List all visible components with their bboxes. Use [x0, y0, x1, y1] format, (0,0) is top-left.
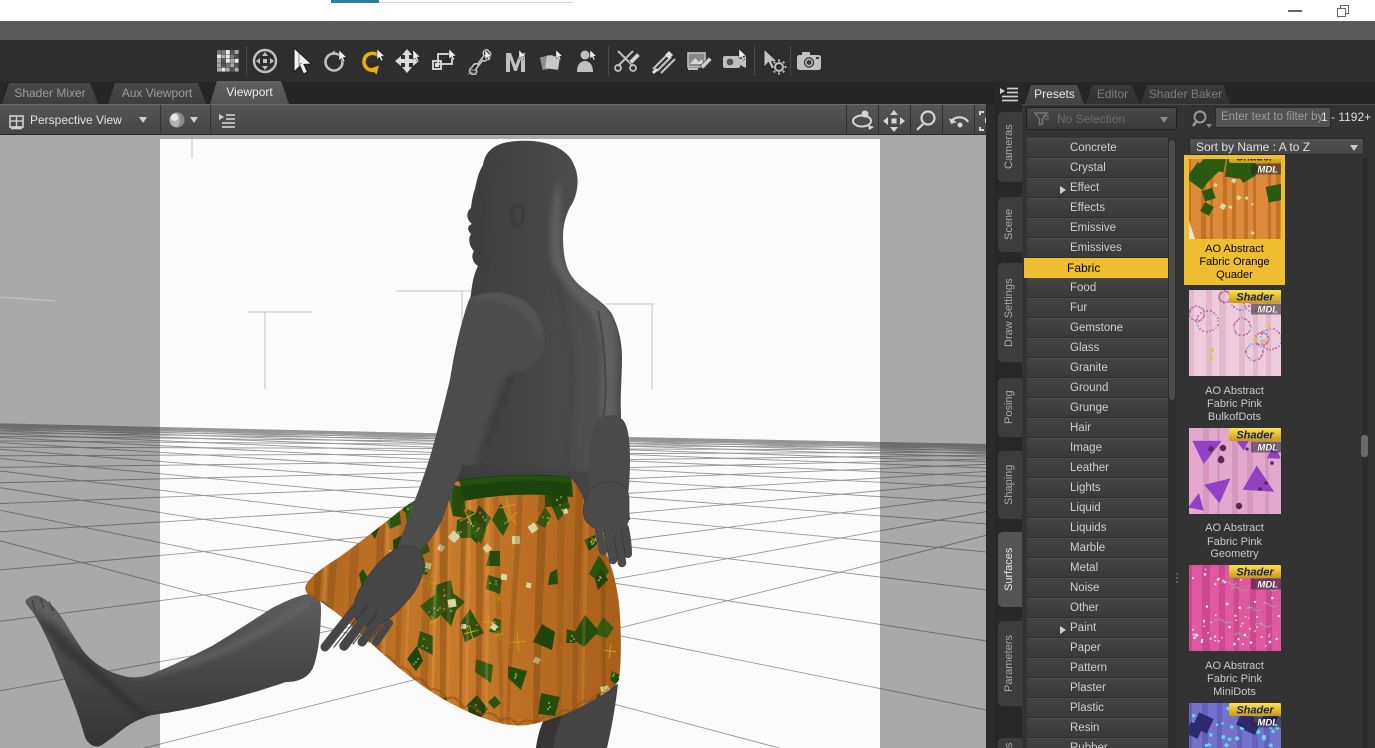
svg-text:MDL: MDL — [1257, 718, 1278, 729]
svg-text:Shader: Shader — [1236, 430, 1274, 442]
svg-text:MDL: MDL — [1257, 165, 1278, 176]
svg-text:MDL: MDL — [1257, 580, 1278, 591]
svg-text:Shader: Shader — [1236, 567, 1274, 579]
svg-text:Shader: Shader — [1236, 705, 1274, 717]
svg-text:Shader: Shader — [1236, 159, 1274, 164]
svg-text:Shader: Shader — [1236, 292, 1274, 304]
svg-text:MDL: MDL — [1257, 305, 1278, 316]
svg-text:MDL: MDL — [1257, 443, 1278, 454]
